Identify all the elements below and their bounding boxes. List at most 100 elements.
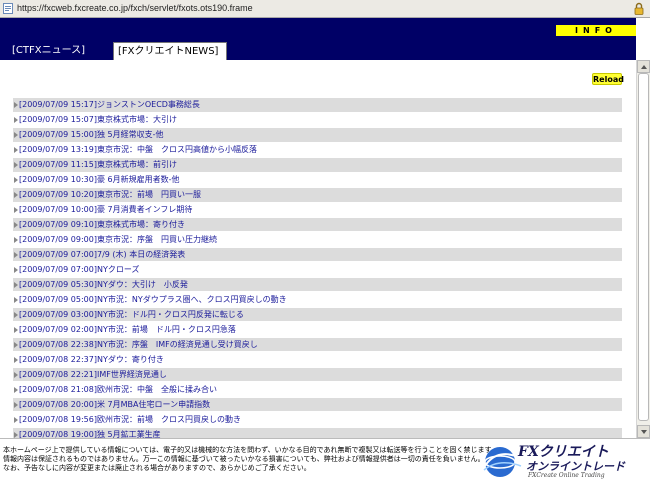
news-row[interactable]: [2009/07/09 05:30] NYダウ：大引け 小反発 — [13, 277, 622, 292]
news-title-link[interactable]: 東京市況：中盤 クロス円高値から小幅反落 — [97, 143, 257, 157]
news-timestamp: [2009/07/08 21:08] — [19, 384, 97, 394]
news-row[interactable]: [2009/07/09 10:30] 豪 6月新規雇用者数-他 — [13, 172, 622, 187]
bullet-arrow-icon — [14, 311, 18, 318]
news-row[interactable]: [2009/07/08 21:08] 欧州市況：中盤 全般に揉み合い — [13, 382, 622, 397]
bullet-arrow-icon — [14, 326, 18, 333]
news-title-link[interactable]: NY市況：NYダウプラス圏へ、クロス円買戻しの動き — [97, 293, 287, 307]
news-title-link[interactable]: 東京市況：前場 円買い一服 — [97, 188, 201, 202]
news-title-link[interactable]: 豪 7月消費者インフレ期待 — [97, 203, 192, 217]
bullet-arrow-icon — [14, 296, 18, 303]
address-bar[interactable]: https://fxcweb.fxcreate.co.jp/fxch/servl… — [0, 0, 650, 18]
arrow-up-icon — [641, 65, 647, 69]
news-row[interactable]: [2009/07/09 10:20] 東京市況：前場 円買い一服 — [13, 187, 622, 202]
bullet-arrow-icon — [14, 131, 18, 138]
news-row[interactable]: [2009/07/09 15:17] ジョンストンOECD事務総長 — [13, 98, 622, 112]
news-timestamp: [2009/07/09 07:00] — [19, 264, 97, 274]
footer: 本ホームページ上で提供している情報については、電子的又は機械的な方法を問わず、い… — [0, 438, 650, 482]
scroll-up-button[interactable] — [637, 60, 650, 73]
info-button[interactable]: INFO — [556, 25, 636, 36]
news-row[interactable]: [2009/07/09 15:07] 東京株式市場：大引け — [13, 112, 622, 127]
fxcreate-logo: FXクリエイト オンライントレード FXCreate Online Tradin… — [482, 440, 647, 482]
globe-logo-icon — [483, 447, 522, 477]
news-timestamp: [2009/07/09 09:00] — [19, 234, 97, 244]
bullet-arrow-icon — [14, 386, 18, 393]
bullet-arrow-icon — [14, 431, 18, 438]
news-timestamp: [2009/07/09 09:10] — [19, 219, 97, 229]
site-header: INFO [CTFXニュース] [FXクリエイトNEWS] — [0, 18, 636, 60]
news-title-link[interactable]: 欧州市況：中盤 全般に揉み合い — [97, 383, 217, 397]
news-row[interactable]: [2009/07/08 19:56] 欧州市況：前場 クロス円買戻しの動き — [13, 412, 622, 427]
news-row[interactable]: [2009/07/09 07:00] 7/9 (木) 本日の経済発表 — [13, 247, 622, 262]
news-timestamp: [2009/07/08 22:37] — [19, 354, 97, 364]
bullet-arrow-icon — [14, 236, 18, 243]
bullet-arrow-icon — [14, 116, 18, 123]
news-row[interactable]: [2009/07/09 09:10] 東京株式市場：寄り付き — [13, 217, 622, 232]
bullet-arrow-icon — [14, 281, 18, 288]
bullet-arrow-icon — [14, 371, 18, 378]
bullet-arrow-icon — [14, 416, 18, 423]
news-timestamp: [2009/07/08 19:00] — [19, 429, 97, 438]
tab-fxcreate-news[interactable]: [FXクリエイトNEWS] — [113, 42, 227, 60]
news-title-link[interactable]: 米 7月MBA住宅ローン申請指数 — [97, 398, 210, 412]
vertical-scrollbar[interactable] — [636, 60, 650, 438]
news-row[interactable]: [2009/07/08 20:00] 米 7月MBA住宅ローン申請指数 — [13, 397, 622, 412]
news-title-link[interactable]: ジョンストンOECD事務総長 — [97, 98, 200, 112]
news-title-link[interactable]: NY市況：ドル円・クロス円反発に転じる — [97, 308, 244, 322]
news-title-link[interactable]: 欧州市況：前場 クロス円買戻しの動き — [97, 413, 241, 427]
news-row[interactable]: [2009/07/09 15:00] 独 5月経常収支-他 — [13, 127, 622, 142]
disclaimer-line: 情報内容は保証されるものではありません。万一この情報に基づいて被ったいかなる損害… — [3, 455, 485, 463]
tab-ctfx-news[interactable]: [CTFXニュース] — [8, 42, 106, 60]
bullet-arrow-icon — [14, 251, 18, 258]
news-title-link[interactable]: 豪 6月新規雇用者数-他 — [97, 173, 180, 187]
bullet-arrow-icon — [14, 146, 18, 153]
news-title-link[interactable]: NYダウ：大引け 小反発 — [97, 278, 188, 292]
news-title-link[interactable]: 東京市況：序盤 円買い圧力継続 — [97, 233, 217, 247]
news-row[interactable]: [2009/07/08 22:21] IMF世界経済見通し — [13, 367, 622, 382]
news-title-link[interactable]: 東京株式市場：前引け — [97, 158, 177, 172]
arrow-down-icon — [641, 430, 647, 434]
news-list: [2009/07/09 15:17] ジョンストンOECD事務総長 [2009/07… — [13, 98, 622, 438]
news-row[interactable]: [2009/07/09 09:00] 東京市況：序盤 円買い圧力継続 — [13, 232, 622, 247]
news-row[interactable]: [2009/07/09 05:00] NY市況：NYダウプラス圏へ、クロス円買戻し… — [13, 292, 622, 307]
news-timestamp: [2009/07/09 13:19] — [19, 144, 97, 154]
scroll-down-button[interactable] — [637, 425, 650, 438]
url-text: https://fxcweb.fxcreate.co.jp/fxch/servl… — [17, 3, 253, 13]
news-row[interactable]: [2009/07/08 22:37] NYダウ：寄り付き — [13, 352, 622, 367]
news-row[interactable]: [2009/07/09 11:15] 東京株式市場：前引け — [13, 157, 622, 172]
news-timestamp: [2009/07/09 15:07] — [19, 114, 97, 124]
news-title-link[interactable]: 独 5月経常収支-他 — [97, 128, 164, 142]
news-row[interactable]: [2009/07/09 02:00] NY市況：前場 ドル円・クロス円急落 — [13, 322, 622, 337]
news-timestamp: [2009/07/09 11:15] — [19, 159, 97, 169]
news-row[interactable]: [2009/07/08 19:00] 独 5月鉱工業生産 — [13, 427, 622, 438]
news-row[interactable]: [2009/07/09 10:00] 豪 7月消費者インフレ期待 — [13, 202, 622, 217]
scroll-thumb[interactable] — [638, 73, 649, 421]
news-title-link[interactable]: 東京株式市場：大引け — [97, 113, 177, 127]
lock-icon[interactable] — [634, 2, 644, 15]
news-title-link[interactable]: IMF世界経済見通し — [97, 368, 167, 382]
reload-button[interactable]: Reload — [592, 73, 624, 85]
news-title-link[interactable]: NYダウ：寄り付き — [97, 353, 164, 367]
news-row[interactable]: [2009/07/09 07:00] NYクローズ — [13, 262, 622, 277]
disclaimer-line: なお、予告なしに内容が変更または廃止される場合がありますので、あらかじめご了承く… — [3, 464, 311, 472]
news-row[interactable]: [2009/07/09 13:19] 東京市況：中盤 クロス円高値から小幅反落 — [13, 142, 622, 157]
news-timestamp: [2009/07/09 02:00] — [19, 324, 97, 334]
news-title-link[interactable]: 東京株式市場：寄り付き — [97, 218, 185, 232]
news-timestamp: [2009/07/09 10:20] — [19, 189, 97, 199]
bullet-arrow-icon — [14, 206, 18, 213]
page-icon — [3, 3, 13, 14]
news-row[interactable]: [2009/07/09 03:00] NY市況：ドル円・クロス円反発に転じる — [13, 307, 622, 322]
disclaimer-line: 本ホームページ上で提供している情報については、電子的又は機械的な方法を問わず、い… — [3, 446, 498, 454]
news-timestamp: [2009/07/09 03:00] — [19, 309, 97, 319]
bullet-arrow-icon — [14, 191, 18, 198]
bullet-arrow-icon — [14, 102, 18, 108]
news-timestamp: [2009/07/08 22:21] — [19, 369, 97, 379]
bullet-arrow-icon — [14, 266, 18, 273]
news-title-link[interactable]: NY市況：前場 ドル円・クロス円急落 — [97, 323, 236, 337]
news-timestamp: [2009/07/09 10:00] — [19, 204, 97, 214]
news-title-link[interactable]: 7/9 (木) 本日の経済発表 — [97, 248, 185, 262]
news-timestamp: [2009/07/09 15:00] — [19, 129, 97, 139]
news-row[interactable]: [2009/07/08 22:38] NY市況：序盤 IMFの経済見通し受け買戻し — [13, 337, 622, 352]
news-title-link[interactable]: 独 5月鉱工業生産 — [97, 428, 161, 438]
news-title-link[interactable]: NYクローズ — [97, 263, 139, 277]
news-title-link[interactable]: NY市況：序盤 IMFの経済見通し受け買戻し — [97, 338, 258, 352]
